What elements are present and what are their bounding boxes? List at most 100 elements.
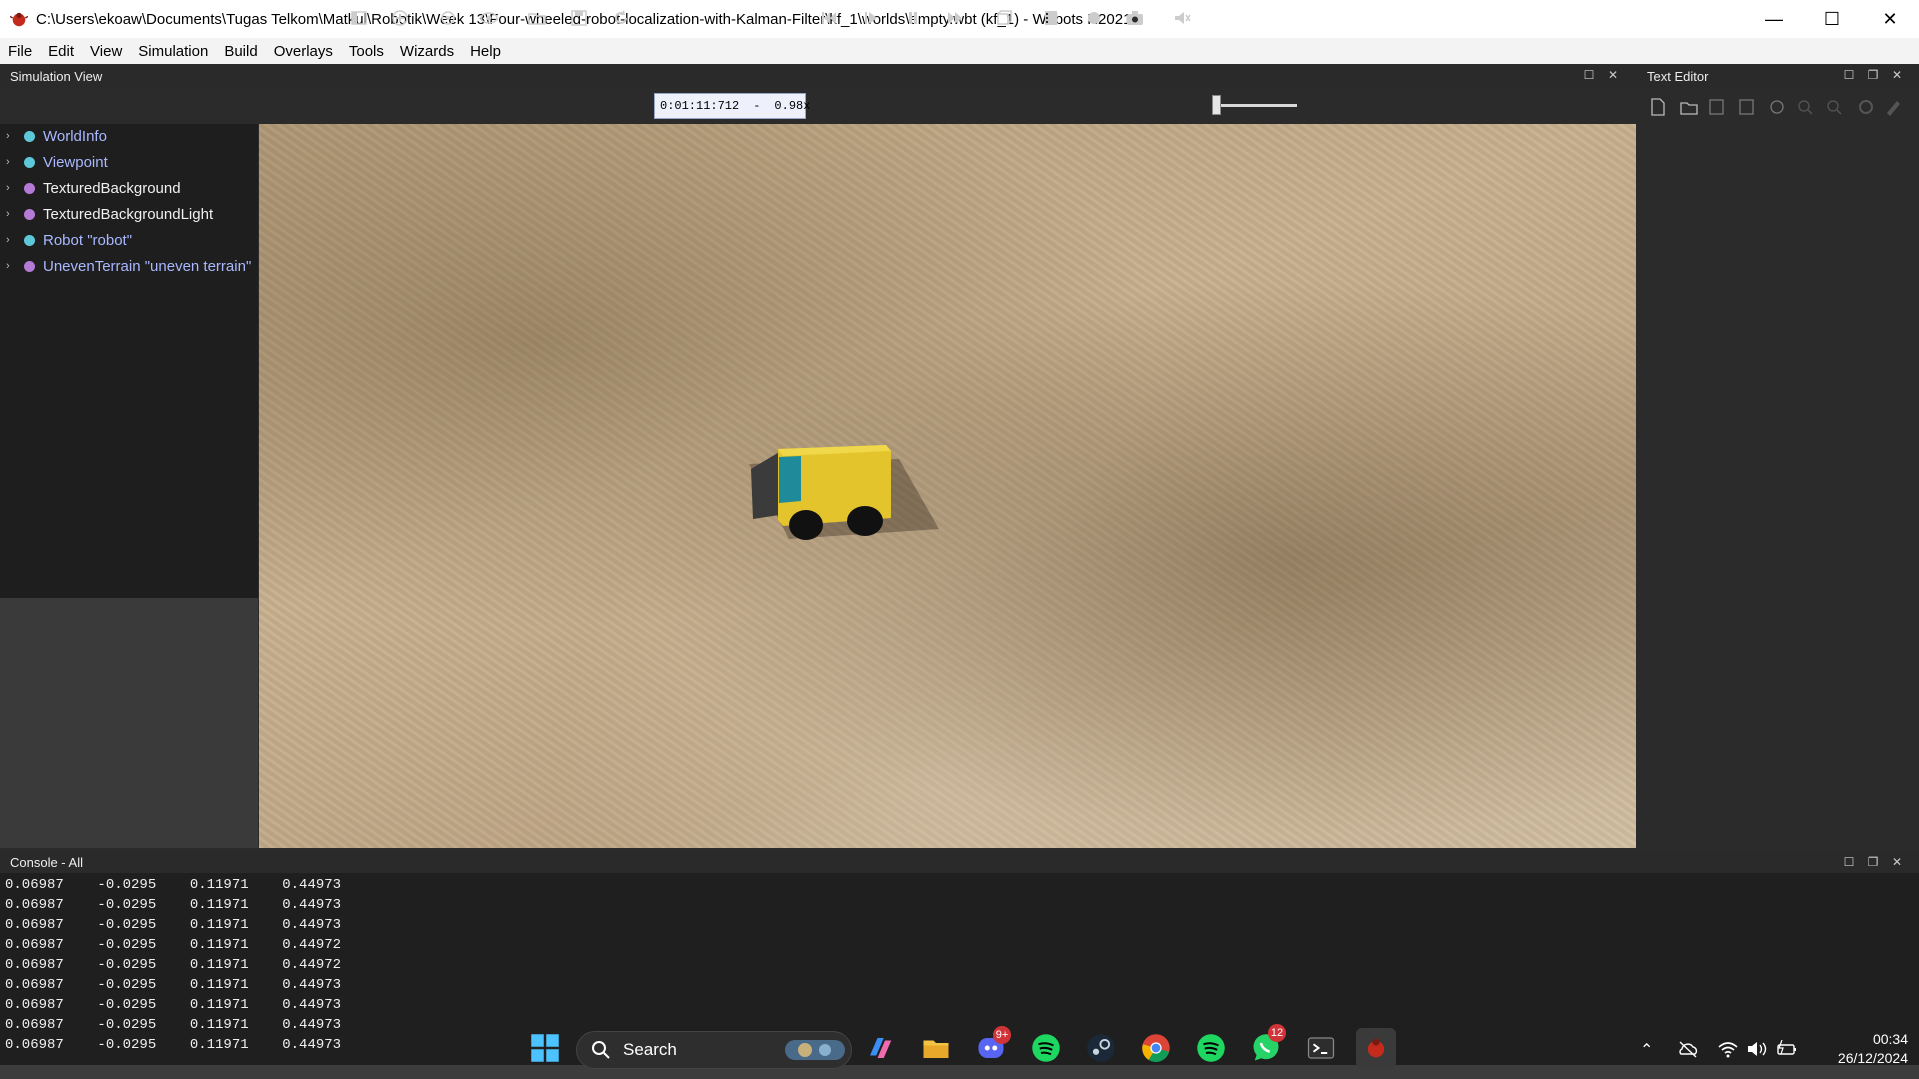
maximize-button[interactable]: ☐ (1803, 0, 1861, 38)
chrome-icon (1142, 1034, 1170, 1062)
save-world-button[interactable] (568, 8, 590, 30)
expand-arrow-icon[interactable]: › (6, 182, 18, 194)
search-highlight-icon (785, 1040, 845, 1060)
menu-file[interactable]: File (0, 43, 40, 60)
battery-icon[interactable] (1776, 1040, 1798, 1058)
close-button[interactable]: ✕ (1861, 0, 1919, 38)
menu-view[interactable]: View (82, 43, 130, 60)
minimize-button[interactable]: — (1745, 0, 1803, 38)
taskbar-copilot[interactable] (860, 1028, 900, 1068)
taskbar-file-explorer[interactable] (916, 1028, 956, 1068)
eye-icon (480, 12, 498, 24)
taskbar-spotify-1[interactable] (1026, 1028, 1066, 1068)
tray-overflow-icon[interactable]: ⌃ (1640, 1040, 1653, 1060)
close-panel-icon[interactable]: ✕ (1890, 68, 1904, 82)
search-label: Search (623, 1040, 677, 1059)
simulation-speed: 0.98x (774, 99, 811, 113)
float-panel-icon[interactable]: ☐ (1842, 68, 1856, 82)
3d-view[interactable] (259, 124, 1636, 848)
pause-icon (909, 12, 917, 24)
expand-arrow-icon[interactable]: › (6, 208, 18, 220)
tree-item-label: Viewpoint (43, 153, 108, 171)
menu-tools[interactable]: Tools (341, 43, 392, 60)
expand-arrow-icon[interactable]: › (6, 156, 18, 168)
rotate-view-icon (441, 11, 455, 25)
horizontal-scrollbar[interactable] (0, 1065, 1919, 1079)
text-editor-title: Text Editor (1647, 68, 1709, 84)
webots-app-icon (10, 12, 28, 27)
text-editor-toolbar-icons (1651, 98, 1900, 116)
close-panel-icon[interactable]: ✕ (1890, 855, 1904, 869)
taskbar-clock[interactable]: 00:34 26/12/2024 (1800, 1030, 1908, 1068)
reset-viewpoint-button[interactable] (437, 8, 459, 30)
simulation-view-header: Simulation View ☐ ✕ (0, 64, 1636, 88)
add-node-button[interactable] (389, 8, 411, 30)
onedrive-offline-icon[interactable] (1677, 1040, 1699, 1058)
taskbar-terminal[interactable] (1301, 1028, 1341, 1068)
menu-overlays[interactable]: Overlays (266, 43, 341, 60)
viewpoint-button[interactable] (478, 8, 500, 30)
taskbar-chrome[interactable] (1136, 1028, 1176, 1068)
wifi-icon[interactable] (1717, 1040, 1739, 1058)
fast-forward-button[interactable] (944, 8, 966, 30)
taskbar-discord[interactable]: 9+ (971, 1026, 1011, 1068)
record-animation-button[interactable] (1083, 8, 1105, 30)
toggle-scene-tree-button[interactable] (348, 8, 370, 30)
console-title: Console - All (10, 855, 83, 870)
pause-button[interactable] (902, 8, 924, 30)
console-line: 0.06987 -0.0295 0.11971 0.44973 (5, 917, 342, 933)
mute-button[interactable] (1171, 8, 1193, 30)
taskbar-webots[interactable] (1356, 1028, 1396, 1068)
reload-icon (615, 10, 627, 24)
speaker-mute-icon (1175, 12, 1191, 24)
taskbar-spotify-2[interactable] (1191, 1028, 1231, 1068)
float-panel-icon[interactable]: ☐ (1582, 68, 1596, 82)
expand-arrow-icon[interactable]: › (6, 130, 18, 142)
float-panel-icon[interactable]: ☐ (1842, 855, 1856, 869)
volume-slider-track[interactable] (1215, 104, 1297, 107)
menu-simulation[interactable]: Simulation (130, 43, 216, 60)
taskbar-search[interactable]: Search (576, 1031, 852, 1069)
tree-item-worldinfo[interactable]: › WorldInfo (0, 124, 258, 148)
open-world-button[interactable] (526, 8, 548, 30)
step-button[interactable] (860, 8, 882, 30)
menu-help[interactable]: Help (462, 43, 509, 60)
record-movie-button[interactable] (1040, 8, 1062, 30)
tree-item-texturedbackgroundlight[interactable]: › TexturedBackgroundLight (0, 202, 258, 226)
scene-tree: › WorldInfo › Viewpoint › TexturedBackgr… (0, 124, 258, 598)
minimize-icon: — (1765, 8, 1783, 29)
restore-panel-icon[interactable]: ❐ (1866, 855, 1880, 869)
taskbar-steam[interactable] (1081, 1028, 1121, 1068)
menu-wizards[interactable]: Wizards (392, 43, 462, 60)
field-editor-area (0, 598, 258, 848)
simulation-time: 0:01:11:712 (660, 99, 740, 113)
close-panel-icon[interactable]: ✕ (1606, 68, 1620, 82)
tree-item-texturedbackground[interactable]: › TexturedBackground (0, 176, 258, 200)
expand-arrow-icon[interactable]: › (6, 260, 18, 272)
volume-slider-handle[interactable] (1212, 95, 1221, 115)
restore-panel-icon[interactable]: ❐ (1866, 68, 1880, 82)
reload-world-button[interactable] (610, 8, 632, 30)
menu-edit[interactable]: Edit (40, 43, 82, 60)
camera-icon (1127, 11, 1143, 25)
taskbar-whatsapp[interactable]: 12 (1246, 1024, 1286, 1068)
console-header: Console - All ☐ ❐ ✕ (0, 852, 1919, 873)
expand-arrow-icon[interactable]: › (6, 234, 18, 246)
rendering-button[interactable] (993, 8, 1015, 30)
windows-logo-icon (531, 1034, 559, 1062)
reset-simulation-button[interactable] (818, 8, 840, 30)
save-icon (571, 10, 587, 26)
tree-item-uneventerrain[interactable]: › UnevenTerrain "uneven terrain" (0, 254, 258, 278)
start-button[interactable] (525, 1028, 565, 1068)
console-output[interactable]: 0.06987 -0.0295 0.11971 0.44973 0.06987 … (0, 873, 1919, 1065)
volume-icon[interactable] (1746, 1040, 1768, 1058)
spotify-icon (1197, 1034, 1225, 1062)
menu-build[interactable]: Build (216, 43, 265, 60)
console-line: 0.06987 -0.0295 0.11971 0.44973 (5, 877, 342, 893)
tree-item-viewpoint[interactable]: › Viewpoint (0, 150, 258, 174)
screenshot-button[interactable] (1124, 8, 1146, 30)
tree-item-label: TexturedBackgroundLight (43, 205, 214, 223)
robot-model[interactable] (259, 124, 1636, 848)
film-icon (1045, 11, 1057, 25)
tree-item-robot[interactable]: › Robot "robot" (0, 228, 258, 252)
